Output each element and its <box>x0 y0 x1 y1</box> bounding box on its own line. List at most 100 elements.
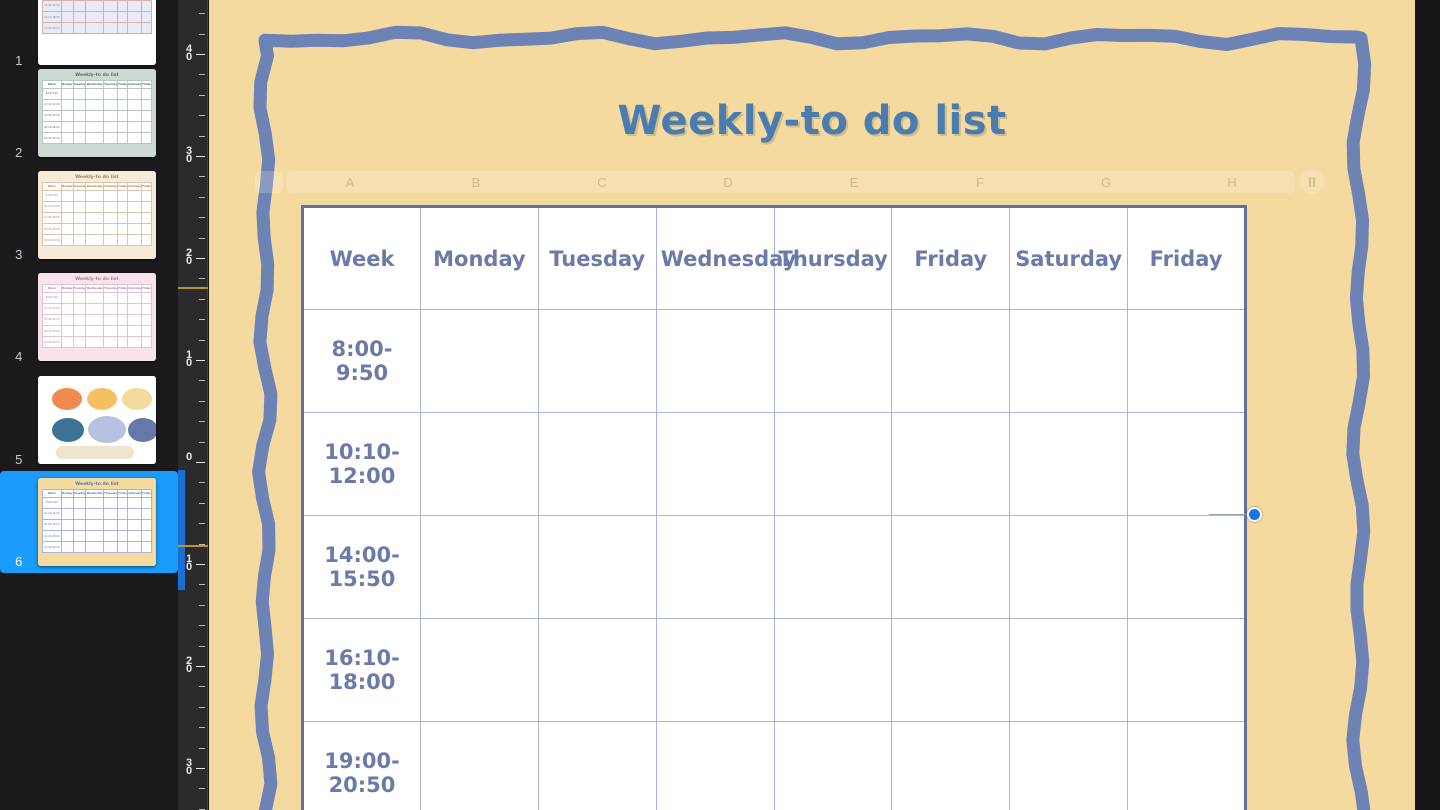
thumbnail-cell <box>141 291 152 304</box>
slide-thumbnail-4[interactable]: 4 Weekly-to do list Week Monday Tuesday Wedne… <box>0 266 178 368</box>
ruler-label: 10 <box>185 349 193 369</box>
table-right-resize-handle[interactable] <box>1247 507 1262 522</box>
table-header-week-0[interactable]: Week <box>302 206 421 310</box>
column-guide-letter-e[interactable]: E <box>791 171 917 193</box>
table-header-saturday-6[interactable]: Saturday <box>1009 206 1129 310</box>
table-cell[interactable] <box>537 721 657 810</box>
column-resize-grip-icon[interactable] <box>1299 170 1325 194</box>
column-guide-corner[interactable] <box>255 171 283 193</box>
slide-thumbnail-preview[interactable]: Weekly-to do listWeekMondayTuesdayWednes… <box>38 0 156 65</box>
slide-thumbnail-5[interactable]: 5 <box>0 369 178 471</box>
table-time-cell[interactable]: 8:00-9:50 <box>302 309 421 413</box>
table-cell[interactable] <box>537 309 657 413</box>
thumbnail-cell <box>141 189 152 202</box>
slide-thumbnail-3[interactable]: 3 Weekly-to do list Week Monday Tuesday Wedne… <box>0 164 178 266</box>
slide-thumbnail-preview[interactable]: Weekly-to do listWeekMondayTuesdayWednes… <box>38 171 156 259</box>
table-header-friday-7[interactable]: Friday <box>1127 206 1246 310</box>
column-guide-letter-d[interactable]: D <box>665 171 791 193</box>
table-cell[interactable] <box>773 309 893 413</box>
thumbnail-cell <box>85 530 104 543</box>
ruler-margin-marker[interactable] <box>178 545 208 547</box>
thumbnail-cell <box>60 291 74 304</box>
table-header-monday-1[interactable]: Monday <box>420 206 539 310</box>
table-row: 8:00-9:50 <box>302 309 1246 413</box>
slide-thumbnail-2[interactable]: 2 Weekly-to do list Week Monday Tuesday Wedne… <box>0 62 178 164</box>
slide-canvas[interactable]: Weekly-to do list ABCDEFGH Week Monday Tue… <box>209 0 1440 810</box>
column-guide-cells[interactable]: ABCDEFGH <box>287 171 1295 193</box>
table-time-cell[interactable]: 16:10-18:00 <box>302 618 421 722</box>
slide-title[interactable]: Weekly-to do list <box>209 98 1415 144</box>
thumbnail-time-cell: 16:10-18:00 <box>42 121 62 134</box>
thumbnail-cell <box>102 0 119 13</box>
schedule-table-wrapper[interactable]: Week Monday Tuesday Wednesday Thursday Friday… <box>301 205 1247 810</box>
slide-thumbnail-preview[interactable]: Weekly-to do listWeekMondayTuesdayWednes… <box>38 478 156 566</box>
table-time-cell[interactable]: 14:00-15:50 <box>302 515 421 619</box>
table-cell[interactable] <box>655 721 775 810</box>
thumbnail-cell <box>141 518 152 532</box>
table-cell[interactable] <box>1009 309 1129 413</box>
table-header-friday-5[interactable]: Friday <box>891 206 1011 310</box>
table-cell[interactable] <box>1127 618 1246 722</box>
thumbnail-cell <box>117 291 129 304</box>
table-cell[interactable] <box>420 309 539 413</box>
table-cell[interactable] <box>891 309 1011 413</box>
slide-thumbnail-6[interactable]: 6 Weekly-to do list Week Monday Tuesday Wedne… <box>0 471 178 573</box>
table-cell[interactable] <box>773 721 893 810</box>
table-header-wednesday-3[interactable]: Wednesday <box>655 206 796 310</box>
slide-thumbnail-panel[interactable]: 1Weekly-to do listWeekMondayTuesdayWedne… <box>0 0 178 810</box>
table-cell[interactable] <box>891 412 1011 516</box>
table-cell[interactable] <box>420 721 539 810</box>
presentation-editor-window: 1Weekly-to do listWeekMondayTuesdayWedne… <box>0 0 1440 810</box>
thumbnail-slide-content: Weekly-to do list WeekMondayTuesdayWednes… <box>38 171 156 259</box>
slide-thumbnail-preview[interactable]: Weekly-to do listWeekMondayTuesdayWednes… <box>38 69 156 157</box>
schedule-table[interactable]: Week Monday Tuesday Wednesday Thursday Friday… <box>301 205 1247 810</box>
table-cell[interactable] <box>1127 515 1246 619</box>
table-cell[interactable] <box>1127 721 1246 810</box>
table-cell[interactable] <box>655 618 775 722</box>
table-cell[interactable] <box>537 515 657 619</box>
table-cell[interactable] <box>655 412 775 516</box>
table-cell[interactable] <box>1009 721 1129 810</box>
table-cell[interactable] <box>420 515 539 619</box>
table-header-tuesday-2[interactable]: Tuesday <box>537 206 657 310</box>
thumbnail-cell <box>85 0 104 13</box>
table-cell[interactable] <box>1127 412 1246 516</box>
column-guide-letter-c[interactable]: C <box>539 171 665 193</box>
thumbnail-cell <box>85 98 104 111</box>
table-cell[interactable] <box>655 515 775 619</box>
column-guide-letter-a[interactable]: A <box>287 171 413 193</box>
table-cell[interactable] <box>891 618 1011 722</box>
column-guide-letter-h[interactable]: H <box>1169 171 1295 193</box>
table-column-guide[interactable]: ABCDEFGH <box>255 170 1325 194</box>
vertical-ruler[interactable]: 50403020100102030 <box>178 0 208 810</box>
table-cell[interactable] <box>1009 618 1129 722</box>
slide-thumbnail-preview[interactable]: Weekly-to do listWeekMondayTuesdayWednes… <box>38 273 156 361</box>
table-cell[interactable] <box>773 618 893 722</box>
column-guide-letter-f[interactable]: F <box>917 171 1043 193</box>
table-cell[interactable] <box>773 515 893 619</box>
table-time-cell[interactable]: 10:10-12:00 <box>302 412 421 516</box>
thumbnail-cell <box>117 211 129 225</box>
thumbnail-header-cell: Saturday <box>127 80 143 89</box>
table-cell[interactable] <box>1009 412 1129 516</box>
ruler-active-range <box>178 470 185 590</box>
table-header-thursday-4[interactable]: Thursday <box>773 206 893 310</box>
table-cell[interactable] <box>1009 515 1129 619</box>
table-time-cell[interactable]: 19:00-20:50 <box>302 721 421 810</box>
table-cell[interactable] <box>537 618 657 722</box>
table-cell[interactable] <box>420 412 539 516</box>
slide-thumbnail-preview[interactable] <box>38 376 156 464</box>
ruler-major-tick <box>196 258 205 259</box>
table-cell[interactable] <box>655 309 775 413</box>
ruler-margin-marker[interactable] <box>178 287 208 289</box>
table-cell[interactable] <box>537 412 657 516</box>
current-slide[interactable]: Weekly-to do list ABCDEFGH Week Monday Tue… <box>209 0 1415 810</box>
table-cell[interactable] <box>773 412 893 516</box>
column-guide-letter-g[interactable]: G <box>1043 171 1169 193</box>
column-guide-letter-b[interactable]: B <box>413 171 539 193</box>
thumbnail-header-cell: Monday <box>60 80 74 89</box>
table-cell[interactable] <box>891 515 1011 619</box>
table-cell[interactable] <box>891 721 1011 810</box>
table-cell[interactable] <box>420 618 539 722</box>
table-cell[interactable] <box>1127 309 1246 413</box>
